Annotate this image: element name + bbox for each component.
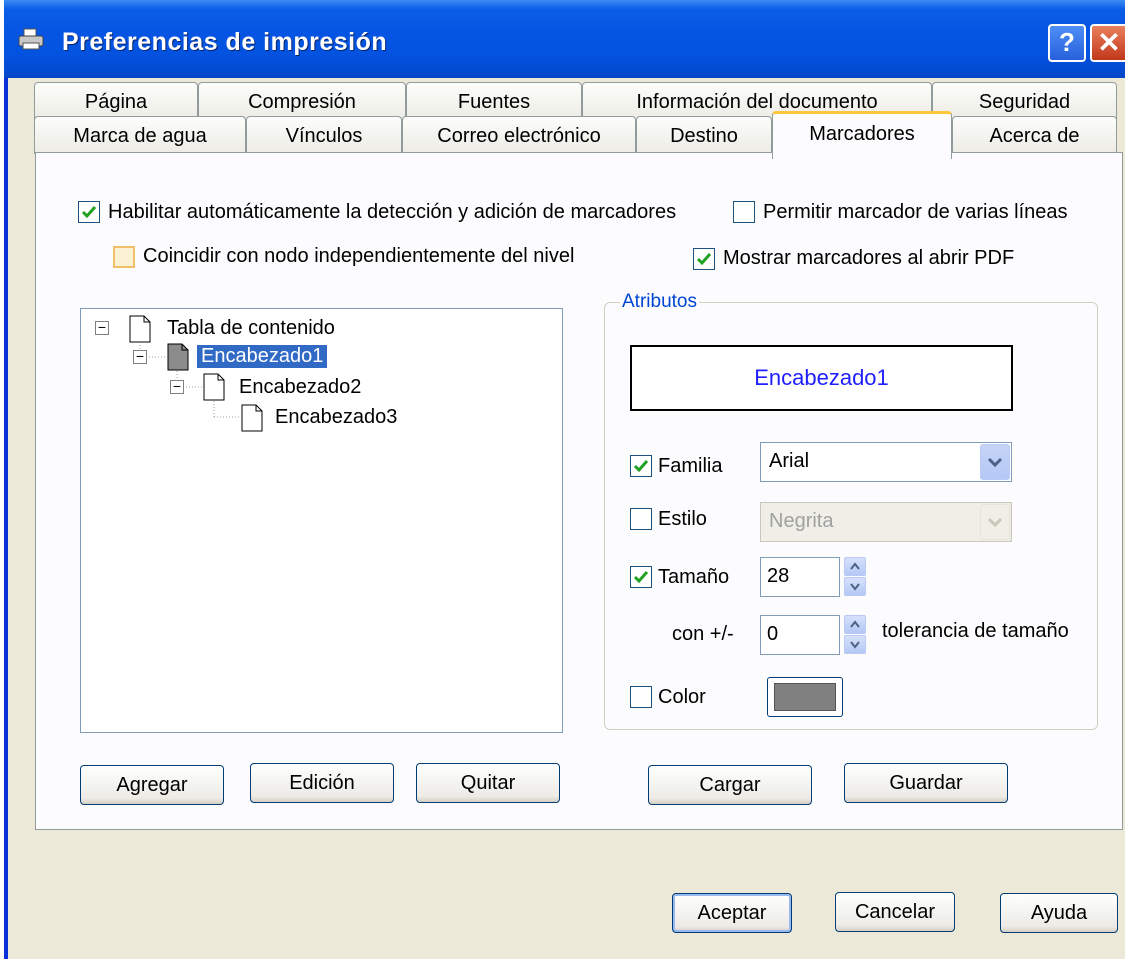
tab-destino[interactable]: Destino (636, 116, 772, 154)
chevron-down-icon (987, 517, 1003, 528)
tab-pagina[interactable]: Página (34, 82, 198, 120)
color-swatch (774, 683, 836, 711)
cancel-button[interactable]: Cancelar (835, 892, 955, 932)
match-node-checkbox[interactable] (113, 246, 135, 268)
document-icon (241, 404, 263, 432)
tab-marca-de-agua[interactable]: Marca de agua (34, 116, 246, 154)
tab-fuentes[interactable]: Fuentes (406, 82, 582, 120)
color-checkbox[interactable] (630, 686, 652, 708)
collapse-h1-toggle[interactable]: − (133, 349, 147, 364)
title-bar[interactable]: Preferencias de impresión ? ✕ (4, 0, 1125, 78)
chevron-up-icon (850, 620, 860, 628)
attributes-group-title: Atributos (620, 291, 699, 313)
color-label: Color (658, 686, 706, 708)
tab-vinculos[interactable]: Vínculos (246, 116, 402, 154)
check-icon (633, 571, 649, 584)
style-label: Estilo (658, 508, 707, 530)
color-picker-button[interactable] (767, 677, 843, 717)
tolerance-prefix-label: con +/- (672, 623, 734, 645)
style-select-value: Negrita (769, 510, 834, 532)
tree-node-encabezado2[interactable]: Encabezado2 (239, 376, 361, 399)
size-decrement-button[interactable] (844, 577, 866, 596)
family-select-value: Arial (769, 450, 810, 472)
size-increment-button[interactable] (844, 557, 866, 576)
tab-acerca-de[interactable]: Acerca de (952, 116, 1117, 154)
heading-preview: Encabezado1 (630, 345, 1013, 411)
size-checkbox[interactable] (630, 566, 652, 588)
add-button[interactable]: Agregar (80, 765, 224, 805)
chevron-down-icon (850, 583, 860, 591)
check-icon (81, 206, 97, 219)
tolerance-input[interactable]: 0 (760, 615, 840, 655)
collapse-root-toggle[interactable]: − (95, 320, 109, 335)
size-input[interactable]: 28 (760, 557, 840, 597)
tab-compresion[interactable]: Compresión (198, 82, 406, 120)
tab-seguridad[interactable]: Seguridad (932, 82, 1117, 120)
style-dropdown-button (980, 504, 1010, 540)
help-title-button[interactable]: ? (1048, 24, 1086, 62)
multi-line-checkbox[interactable] (733, 201, 755, 223)
auto-detect-checkbox[interactable] (78, 201, 100, 223)
style-select: Negrita (760, 502, 1012, 542)
check-icon (696, 253, 712, 266)
tolerance-suffix-label: tolerancia de tamaño (882, 620, 1069, 642)
document-icon (129, 315, 151, 343)
collapse-h2-toggle[interactable]: − (170, 379, 184, 394)
family-dropdown-button[interactable] (980, 444, 1010, 480)
window-title: Preferencias de impresión (62, 28, 388, 56)
family-label: Familia (658, 455, 723, 477)
multi-line-label: Permitir marcador de varias líneas (763, 201, 1068, 223)
document-icon (203, 373, 225, 401)
chevron-down-icon (987, 457, 1003, 468)
ok-button[interactable]: Aceptar (672, 893, 792, 933)
edit-button[interactable]: Edición (250, 763, 394, 803)
tolerance-increment-button[interactable] (844, 615, 866, 634)
chevron-down-icon (850, 641, 860, 649)
family-checkbox[interactable] (630, 455, 652, 477)
tree-node-root[interactable]: Tabla de contenido (167, 317, 335, 340)
tab-marcadores[interactable]: Marcadores (772, 111, 952, 159)
style-checkbox[interactable] (630, 508, 652, 530)
close-button[interactable]: ✕ (1090, 24, 1125, 62)
size-label: Tamaño (658, 566, 730, 588)
tolerance-decrement-button[interactable] (844, 635, 866, 654)
remove-button[interactable]: Quitar (416, 763, 560, 803)
bookmarks-panel: Habilitar automáticamente la detección y… (35, 152, 1123, 830)
family-select[interactable]: Arial (760, 442, 1012, 482)
printer-icon (18, 28, 44, 50)
save-button[interactable]: Guardar (844, 763, 1008, 803)
tab-correo-electronico[interactable]: Correo electrónico (402, 116, 636, 154)
document-icon-selected (167, 343, 189, 371)
print-preferences-dialog: Preferencias de impresión ? ✕ Página Com… (4, 0, 1125, 959)
check-icon (633, 460, 649, 473)
auto-detect-label: Habilitar automáticamente la detección y… (108, 201, 677, 223)
size-spinner[interactable] (844, 557, 866, 597)
tree-node-encabezado1[interactable]: Encabezado1 (197, 345, 328, 368)
chevron-up-icon (850, 562, 860, 570)
show-on-open-label: Mostrar marcadores al abrir PDF (723, 247, 1015, 269)
help-button[interactable]: Ayuda (1000, 893, 1118, 933)
load-button[interactable]: Cargar (648, 765, 812, 805)
tolerance-spinner[interactable] (844, 615, 866, 655)
bookmark-tree[interactable]: − Tabla de contenido − Encabezado1 − Enc… (80, 308, 563, 733)
match-node-label: Coincidir con nodo independientemente de… (143, 245, 575, 267)
tree-node-encabezado3[interactable]: Encabezado3 (275, 406, 397, 429)
show-on-open-checkbox[interactable] (693, 248, 715, 270)
